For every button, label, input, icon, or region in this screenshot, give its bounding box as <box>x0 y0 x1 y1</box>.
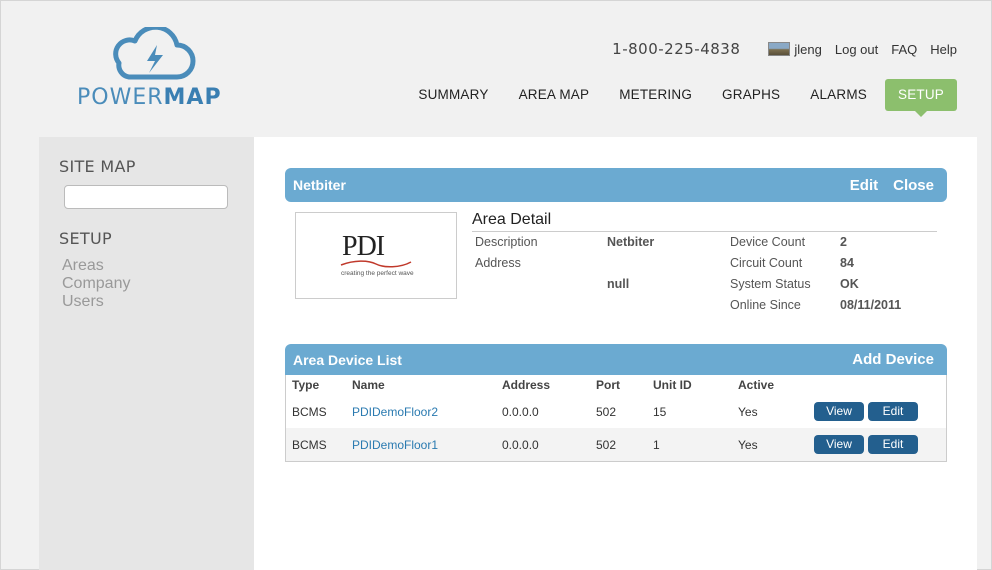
device-name-link[interactable]: PDIDemoFloor1 <box>352 438 502 452</box>
description-label: Description <box>475 235 538 249</box>
row-type: BCMS <box>292 404 327 419</box>
nav-metering[interactable]: METERING <box>604 79 707 111</box>
row-active: Yes <box>738 404 758 419</box>
edit-button[interactable]: Edit <box>868 435 918 454</box>
row-actions: View Edit <box>814 402 918 421</box>
table-row: BCMS PDIDemoFloor2 0.0.0.0 502 15 Yes Vi… <box>286 395 946 428</box>
wave-icon <box>340 260 412 268</box>
sidebar-item-users[interactable]: Users <box>62 293 104 311</box>
main-nav: SUMMARY AREA MAP METERING GRAPHS ALARMS … <box>403 79 957 117</box>
nav-summary[interactable]: SUMMARY <box>403 79 503 111</box>
view-button[interactable]: View <box>814 402 864 421</box>
device-list-header-bar: Area Device List Add Device <box>285 344 947 375</box>
column-port: Port <box>596 378 620 392</box>
row-address: 0.0.0.0 <box>502 404 539 419</box>
table-row: BCMS PDIDemoFloor1 0.0.0.0 502 1 Yes Vie… <box>286 428 946 461</box>
help-link[interactable]: Help <box>930 42 957 57</box>
area-detail-title: Area Detail <box>472 211 937 232</box>
logout-link[interactable]: Log out <box>835 42 878 57</box>
row-unit-id: 15 <box>653 404 667 419</box>
nav-graphs[interactable]: GRAPHS <box>707 79 795 111</box>
address-label: Address <box>475 256 521 270</box>
system-status-value: OK <box>840 277 859 291</box>
faq-link[interactable]: FAQ <box>891 42 917 57</box>
row-unit-id: 1 <box>653 437 660 452</box>
device-count-label: Device Count <box>730 235 806 249</box>
nav-alarms[interactable]: ALARMS <box>795 79 882 111</box>
row-active: Yes <box>738 437 758 452</box>
sidebar-item-company[interactable]: Company <box>62 275 130 293</box>
device-name-link[interactable]: PDIDemoFloor2 <box>352 405 502 419</box>
view-button[interactable]: View <box>814 435 864 454</box>
area-header-bar: Netbiter Edit Close <box>285 168 947 202</box>
user-link[interactable]: jleng <box>794 42 821 57</box>
column-type: Type <box>292 378 320 392</box>
online-since-label: Online Since <box>730 298 801 312</box>
cloud-lightning-icon <box>113 27 196 80</box>
area-name: Netbiter <box>293 177 346 193</box>
device-table: Type Name Address Port Unit ID Active BC… <box>285 375 947 462</box>
address-value: null <box>607 277 630 291</box>
row-port: 502 <box>596 437 617 452</box>
top-bar: 1-800-225-4838 jleng Log out FAQ Help <box>612 39 957 59</box>
setup-heading: SETUP <box>59 229 112 248</box>
online-since-value: 08/11/2011 <box>840 298 902 312</box>
close-area-button[interactable]: Close <box>893 177 934 194</box>
row-port: 502 <box>596 404 617 419</box>
column-name: Name <box>352 378 385 392</box>
sidebar-item-areas[interactable]: Areas <box>62 257 104 275</box>
edit-button[interactable]: Edit <box>868 402 918 421</box>
area-logo-image: PDI creating the perfect wave <box>295 212 457 299</box>
pdi-tagline: creating the perfect wave <box>341 270 414 277</box>
avatar <box>768 42 791 56</box>
column-unit-id: Unit ID <box>653 378 692 392</box>
nav-setup[interactable]: SETUP <box>884 79 957 117</box>
site-map-search-input[interactable] <box>64 185 228 209</box>
sidebar: SITE MAP SETUP Areas Company Users <box>39 137 254 570</box>
phone-number: 1-800-225-4838 <box>612 40 741 58</box>
column-address: Address <box>502 378 551 392</box>
site-map-heading: SITE MAP <box>59 157 136 176</box>
description-value: Netbiter <box>607 235 655 249</box>
circuit-count-value: 84 <box>840 256 854 270</box>
column-active: Active <box>738 378 775 392</box>
edit-area-button[interactable]: Edit <box>850 177 878 194</box>
circuit-count-label: Circuit Count <box>730 256 803 270</box>
powermap-logo[interactable]: POWERMAP <box>77 27 237 117</box>
system-status-label: System Status <box>730 277 811 291</box>
row-type: BCMS <box>292 437 327 452</box>
device-list-title: Area Device List <box>293 351 402 368</box>
main-content: Netbiter Edit Close PDI creating the per… <box>254 137 977 570</box>
brand-name: POWERMAP <box>77 85 222 110</box>
row-actions: View Edit <box>814 435 918 454</box>
add-device-button[interactable]: Add Device <box>852 351 934 368</box>
table-header: Type Name Address Port Unit ID Active <box>286 375 946 395</box>
nav-area-map[interactable]: AREA MAP <box>504 79 605 111</box>
row-address: 0.0.0.0 <box>502 437 539 452</box>
device-count-value: 2 <box>840 235 847 249</box>
